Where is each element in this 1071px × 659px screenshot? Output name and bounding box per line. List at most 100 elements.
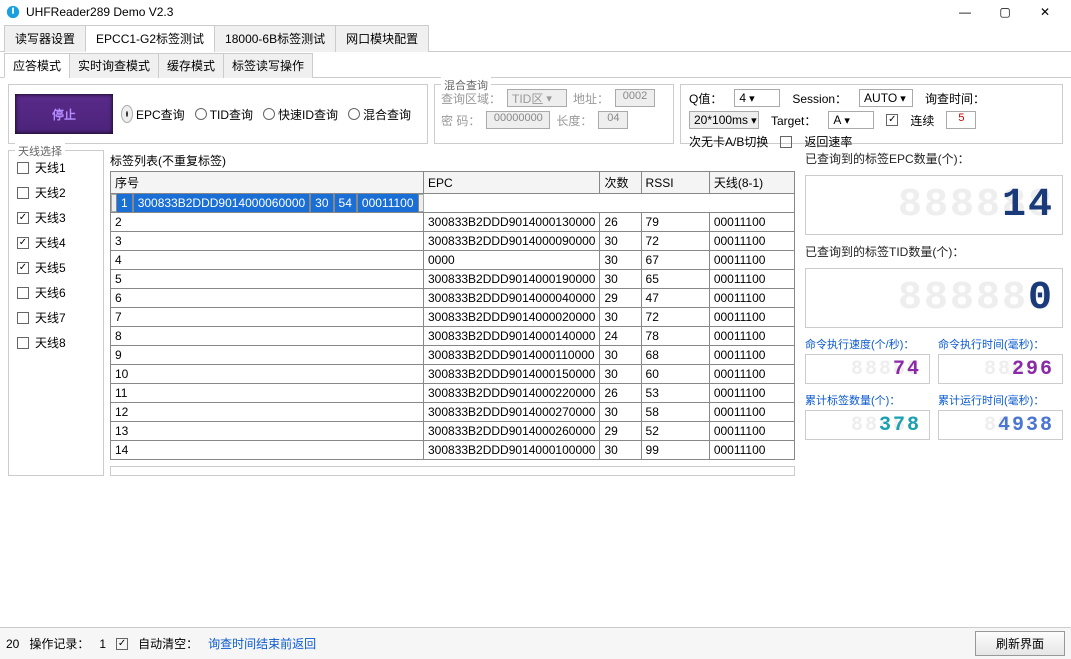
autoclear-checkbox[interactable] [116,638,128,650]
table-header-0[interactable]: 序号 [111,172,424,194]
continuous-count-input[interactable]: 5 [946,111,976,129]
log-label: 操作记录： [29,635,89,652]
table-row[interactable]: 11300833B2DDD9014000220000265300011100 [111,384,795,403]
query-radio-3[interactable]: 混合查询 [348,105,411,123]
q-label: Q值： [689,90,722,107]
times-suffix: 次无卡A/B切换 [689,133,768,150]
continuous-checkbox[interactable] [886,114,898,126]
sub-tab-2[interactable]: 缓存模式 [158,53,224,78]
app-icon [6,5,20,19]
status-bar: 20 操作记录： 1 自动清空： 询查时间结束前返回 刷新界面 [0,627,1071,659]
table-row[interactable]: 2300833B2DDD9014000130000267900011100 [111,213,795,232]
total-time-label: 累计运行时间(毫秒)： [938,392,1063,408]
mix-pwd-input[interactable]: 00000000 [486,111,550,129]
tid-count-label: 已查询到的标签TID数量(个)： [805,243,1063,260]
exec-time-display: 88888296 [938,354,1063,384]
antenna-checkbox-8[interactable] [17,337,29,349]
maximize-button[interactable]: ▢ [985,1,1025,23]
total-tags-display: 88888378 [805,410,930,440]
antenna-item-4[interactable]: 天线4 [15,230,97,255]
minimize-button[interactable]: — [945,1,985,23]
table-row[interactable]: 12300833B2DDD9014000270000305800011100 [111,403,795,422]
sub-tab-1[interactable]: 实时询查模式 [69,53,159,78]
sub-tab-0[interactable]: 应答模式 [4,53,70,78]
exec-time-label: 命令执行时间(毫秒)： [938,336,1063,352]
table-row[interactable]: 13300833B2DDD9014000260000295200011100 [111,422,795,441]
antenna-item-2[interactable]: 天线2 [15,180,97,205]
tag-table: 序号EPC次数RSSI天线(8-1) 1300833B2DDD901400006… [110,171,795,460]
antenna-checkbox-4[interactable] [17,237,29,249]
mix-len-input[interactable]: 04 [598,111,628,129]
bottom-panel [110,466,795,476]
mix-group-title: 混合查询 [441,77,491,93]
close-button[interactable]: ✕ [1025,1,1065,23]
qtime-label: 询查时间： [925,90,985,107]
table-row[interactable]: 6300833B2DDD9014000040000294700011100 [111,289,795,308]
mix-addr-label: 地址： [573,90,609,107]
qtime-select[interactable]: 20*100ms ▾ [689,111,759,129]
return-rate-checkbox[interactable] [780,136,792,148]
antenna-item-5[interactable]: 天线5 [15,255,97,280]
return-rate-label: 返回速率 [804,133,852,150]
antenna-checkbox-5[interactable] [17,262,29,274]
mix-area-select[interactable]: TID区 ▾ [507,89,567,107]
total-tags-label: 累计标签数量(个)： [805,392,930,408]
log-count: 1 [99,637,106,651]
speed-display: 8888874 [805,354,930,384]
query-radio-1[interactable]: TID查询 [195,105,253,123]
mix-len-label: 长度： [556,112,592,129]
refresh-button[interactable]: 刷新界面 [975,631,1065,656]
continuous-label: 连续 [910,112,934,129]
total-time-display: 888884938 [938,410,1063,440]
table-row[interactable]: 5300833B2DDD9014000190000306500011100 [111,270,795,289]
query-radio-0[interactable]: EPC查询 [121,105,185,123]
tid-count-display: 8888880 [805,268,1063,328]
epc-count-label: 已查询到的标签EPC数量(个)： [805,150,1063,167]
main-tab-3[interactable]: 网口模块配置 [335,25,429,52]
speed-label: 命令执行速度(个/秒)： [805,336,930,352]
main-tab-1[interactable]: EPCC1-G2标签测试 [85,25,215,52]
sub-tabbar: 应答模式实时询查模式缓存模式标签读写操作 [0,52,1071,78]
antenna-group-title: 天线选择 [15,143,65,159]
window-title: UHFReader289 Demo V2.3 [26,5,173,19]
session-label: Session： [792,90,847,107]
antenna-item-6[interactable]: 天线6 [15,280,97,305]
titlebar: UHFReader289 Demo V2.3 — ▢ ✕ [0,0,1071,24]
epc-count-display: 88888814 [805,175,1063,235]
table-header-4[interactable]: 天线(8-1) [709,172,794,194]
target-select[interactable]: A ▾ [828,111,874,129]
query-radio-2[interactable]: 快速ID查询 [263,105,338,123]
table-row[interactable]: 9300833B2DDD9014000110000306800011100 [111,346,795,365]
target-label: Target： [771,112,816,129]
autoclear-label: 自动清空： [138,635,198,652]
antenna-checkbox-6[interactable] [17,287,29,299]
antenna-item-7[interactable]: 天线7 [15,305,97,330]
antenna-checkbox-3[interactable] [17,212,29,224]
table-header-3[interactable]: RSSI [641,172,709,194]
main-tab-0[interactable]: 读写器设置 [4,25,86,52]
q-select[interactable]: 4 ▾ [734,89,780,107]
table-row[interactable]: 10300833B2DDD9014000150000306000011100 [111,365,795,384]
antenna-item-8[interactable]: 天线8 [15,330,97,355]
table-row[interactable]: 1300833B2DDD9014000060000305400011100 [111,194,424,212]
table-title: 标签列表(不重复标签) [110,150,795,171]
table-row[interactable]: 7300833B2DDD9014000020000307200011100 [111,308,795,327]
mix-pwd-label: 密 码： [441,112,480,129]
table-header-2[interactable]: 次数 [600,172,641,194]
mix-addr-input[interactable]: 0002 [615,89,655,107]
stop-button[interactable]: 停止 [15,94,113,134]
table-row[interactable]: 8300833B2DDD9014000140000247800011100 [111,327,795,346]
log-text: 询查时间结束前返回 [208,635,316,652]
antenna-checkbox-2[interactable] [17,187,29,199]
main-tab-2[interactable]: 18000-6B标签测试 [214,25,336,52]
antenna-checkbox-1[interactable] [17,162,29,174]
table-header-1[interactable]: EPC [424,172,600,194]
table-row[interactable]: 3300833B2DDD9014000090000307200011100 [111,232,795,251]
table-row[interactable]: 40000306700011100 [111,251,795,270]
antenna-item-3[interactable]: 天线3 [15,205,97,230]
footer-prefix: 20 [6,637,19,651]
antenna-checkbox-7[interactable] [17,312,29,324]
table-row[interactable]: 14300833B2DDD9014000100000309900011100 [111,441,795,460]
sub-tab-3[interactable]: 标签读写操作 [223,53,313,78]
session-select[interactable]: AUTO ▾ [859,89,913,107]
